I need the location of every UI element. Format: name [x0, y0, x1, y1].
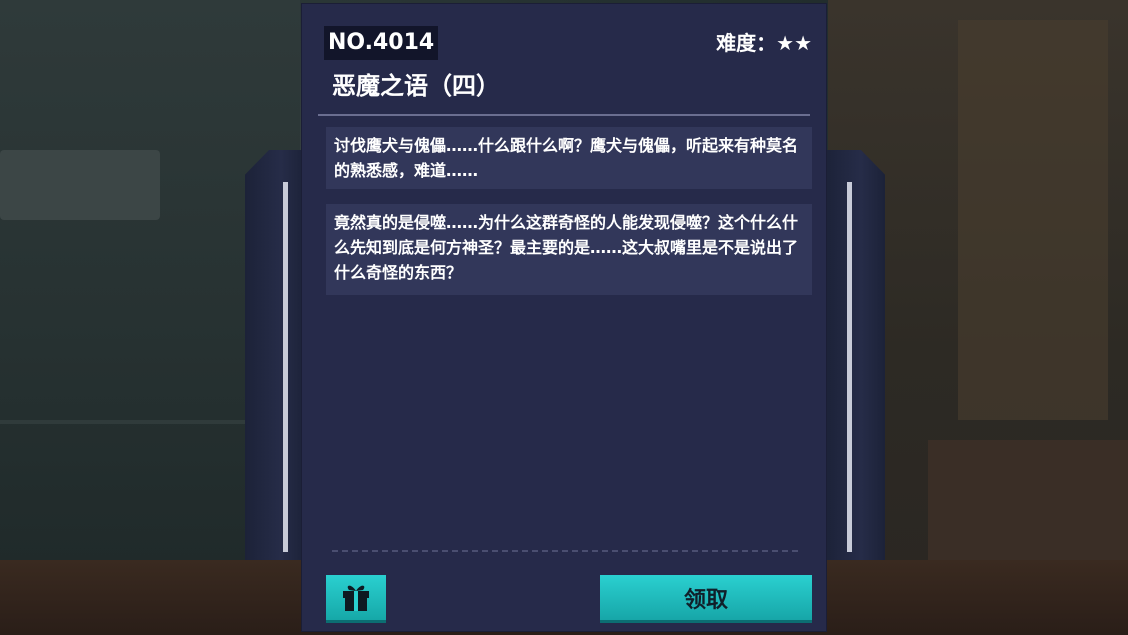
difficulty-rating: 难度：★★ — [716, 28, 812, 58]
dialogue-message: 讨伐鹰犬与傀儡……什么跟什么啊？鹰犬与傀儡，听起来有种莫名的熟悉感，难道…… — [326, 127, 812, 189]
quest-card: NO.4014 难度：★★ 恶魔之语（四） 讨伐鹰犬与傀儡……什么跟什么啊？鹰犬… — [302, 4, 826, 631]
difficulty-label: 难度： — [716, 31, 777, 55]
difficulty-stars: ★★ — [776, 31, 812, 55]
title-divider — [318, 114, 810, 116]
book-wing-right — [825, 150, 885, 560]
book-wing-stripe-left — [283, 182, 288, 552]
background-cabinet — [958, 20, 1108, 420]
claim-button[interactable]: 领取 — [600, 575, 812, 623]
dashed-divider — [332, 550, 798, 552]
quest-number: NO.4014 — [324, 26, 439, 60]
quest-title: 恶魔之语（四） — [332, 72, 500, 100]
background-shelf — [0, 150, 160, 220]
gift-icon — [339, 579, 373, 617]
book-wing-stripe-right — [847, 182, 852, 552]
book-wing-left — [245, 150, 305, 560]
reward-gift-button[interactable] — [326, 575, 386, 623]
dialogue-message: 竟然真的是侵噬……为什么这群奇怪的人能发现侵噬？这个什么什么先知到底是何方神圣？… — [326, 204, 812, 295]
game-scene: NO.4014 难度：★★ 恶魔之语（四） 讨伐鹰犬与傀儡……什么跟什么啊？鹰犬… — [0, 0, 1128, 635]
